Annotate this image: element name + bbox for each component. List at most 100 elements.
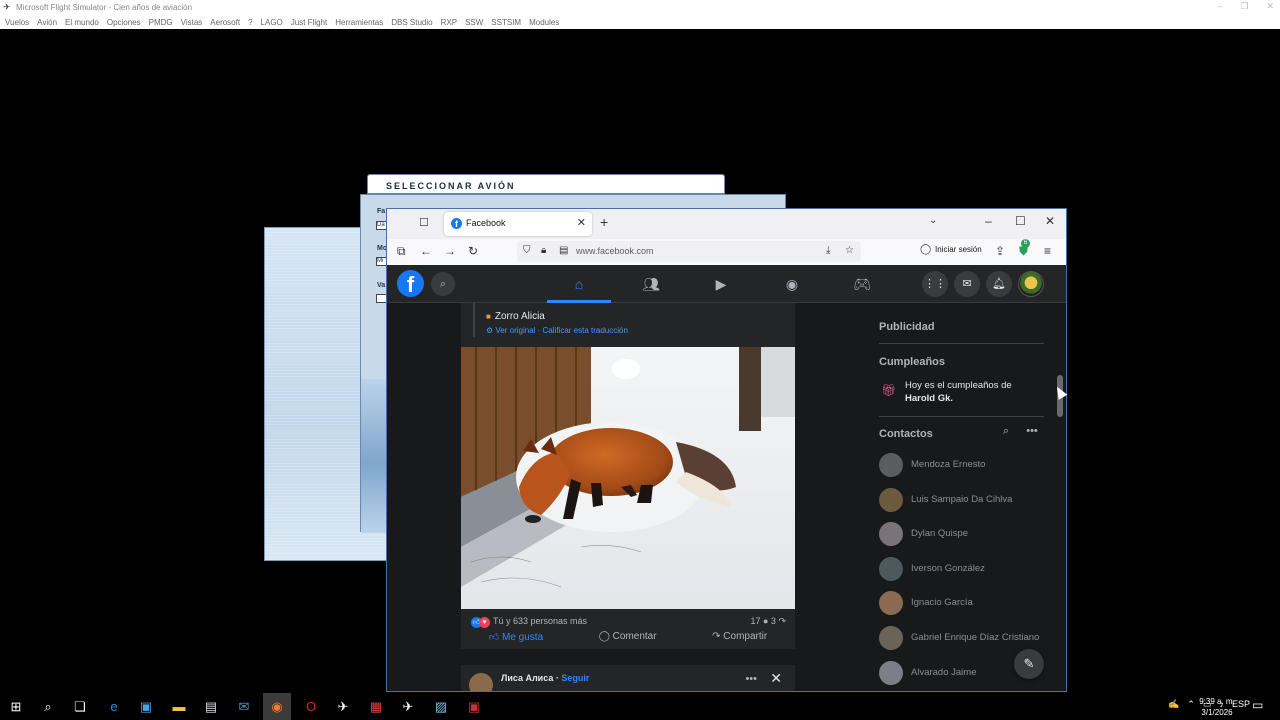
lock-icon[interactable]: 🔒︎ <box>541 245 546 256</box>
comment-button[interactable]: ◯ Comentar <box>599 631 657 649</box>
tab-list-icon[interactable]: ☐ <box>419 216 429 229</box>
reactions-summary[interactable]: 👍︎ ♥ Tú y 633 personas más <box>471 616 587 628</box>
menu-item-pmdg[interactable]: PMDG <box>149 18 173 27</box>
menu-item-rxp[interactable]: RXP <box>441 18 457 27</box>
contact-item[interactable]: Gabriel Enrique Díaz Cristiano <box>879 626 1055 650</box>
menu-item-help[interactable]: ? <box>248 18 252 27</box>
menu-item-opciones[interactable]: Opciones <box>107 18 141 27</box>
follow-link[interactable]: Seguir <box>561 673 589 683</box>
comments-count[interactable]: 17 <box>750 616 760 626</box>
field-label: Va <box>377 282 386 289</box>
translation-links-text[interactable]: Ver original · Calificar esta traducción <box>495 326 628 335</box>
contact-item[interactable]: Dylan Quispe <box>879 522 1055 546</box>
menu-item-aerosoft[interactable]: Aerosoft <box>210 18 240 27</box>
save-page-icon[interactable]: ⤓ <box>826 245 830 256</box>
tab-facebook[interactable]: f Facebook ✕ <box>444 212 592 236</box>
new-tab-button[interactable]: + <box>600 214 608 230</box>
avatar[interactable] <box>469 673 493 691</box>
notifications-icon[interactable]: 🔔︎ <box>986 271 1012 297</box>
search-icon[interactable]: ⌕ <box>39 698 57 716</box>
translation-links[interactable]: ⚙ Ver original · Calificar esta traducci… <box>486 326 628 335</box>
edge-icon[interactable]: e <box>105 698 123 716</box>
firefox-icon[interactable]: ◉ <box>263 693 291 720</box>
flight-sim-icon[interactable]: ✈ <box>334 698 352 716</box>
friends-icon[interactable]: 👥︎ <box>637 274 665 294</box>
forward-icon[interactable]: → <box>444 244 456 258</box>
sidebar-icon[interactable]: ⧉ <box>397 244 406 259</box>
new-message-icon[interactable]: ✎ <box>1014 649 1044 679</box>
menu-item-modules[interactable]: Modules <box>529 18 559 27</box>
back-icon[interactable]: ← <box>420 244 432 258</box>
pen-icon[interactable]: ✍ <box>1168 699 1179 710</box>
file-explorer-icon[interactable]: ▬ <box>170 698 188 716</box>
menu-item-el-mundo[interactable]: El mundo <box>65 18 99 27</box>
close-icon[interactable]: ✕ <box>770 670 782 687</box>
menu-item-sstsim[interactable]: SSTSIM <box>491 18 521 27</box>
app-icon[interactable]: ▣ <box>137 698 155 716</box>
app-icon[interactable]: ▣ <box>465 698 483 716</box>
chevron-down-icon[interactable]: ⌄ <box>929 215 937 226</box>
shield-icon[interactable]: ⛉ <box>523 245 531 256</box>
contact-item[interactable]: Ignacio García <box>879 591 1055 615</box>
birthday-name[interactable]: Harold Gk. <box>905 393 953 404</box>
like-button[interactable]: 👍︎ Me gusta <box>489 631 543 649</box>
search-contacts-icon[interactable]: ⌕ <box>1003 425 1009 437</box>
close-window-button[interactable]: ✕ <box>1045 214 1055 228</box>
page-scrollbar[interactable] <box>1056 305 1064 689</box>
menu-item-herramientas[interactable]: Herramientas <box>335 18 383 27</box>
facebook-logo[interactable]: f <box>397 270 424 297</box>
birthday-notice[interactable]: Hoy es el cumpleaños de Harold Gk. <box>905 379 1035 405</box>
minimize-icon[interactable]: – <box>1217 1 1222 12</box>
post-photo-fox-in-snow[interactable] <box>461 347 795 609</box>
minimize-button[interactable]: – <box>985 214 992 228</box>
account-icon[interactable]: ◯ <box>920 244 931 255</box>
more-options-icon[interactable]: ••• <box>1026 425 1038 437</box>
chevron-up-icon[interactable]: ⌃ <box>1187 699 1195 710</box>
close-icon[interactable]: ✕ <box>1266 1 1274 12</box>
windows-start-icon[interactable]: ⊞ <box>7 698 25 716</box>
author-name[interactable]: Лиса Алиса <box>501 673 553 683</box>
plane-icon[interactable]: ✈ <box>399 698 417 716</box>
search-icon[interactable]: ⌕ <box>431 272 455 296</box>
contact-item[interactable]: Mendoza Ernesto <box>879 453 1055 477</box>
app-icon[interactable]: ▦ <box>367 698 385 716</box>
contact-item[interactable]: Luis Sampaio Da Cihlva <box>879 488 1055 512</box>
contact-item[interactable]: Iverson González <box>879 557 1055 581</box>
home-icon[interactable]: ⌂ <box>565 274 593 294</box>
menu-item-vistas[interactable]: Vistas <box>181 18 203 27</box>
mail-icon[interactable]: ✉ <box>235 698 253 716</box>
menu-item-lago[interactable]: LAGO <box>261 18 283 27</box>
profile-avatar[interactable] <box>1018 271 1044 297</box>
share-icon[interactable]: ⇪ <box>995 244 1005 258</box>
menu-icon[interactable]: ≡ <box>1044 244 1051 258</box>
url-text[interactable]: www.facebook.com <box>576 246 654 256</box>
bookmark-star-icon[interactable]: ☆ <box>845 245 854 256</box>
gaming-icon[interactable]: 🎮︎ <box>848 274 876 294</box>
close-tab-icon[interactable]: ✕ <box>577 216 586 229</box>
maximize-button[interactable]: ☐ <box>1015 214 1026 228</box>
task-view-icon[interactable]: ❏ <box>71 698 89 716</box>
sign-in-button[interactable]: Iniciar sesión <box>935 245 982 254</box>
permissions-icon[interactable]: ▤ <box>559 245 568 256</box>
opera-icon[interactable]: O <box>302 698 320 716</box>
menu-grid-icon[interactable]: ⋮⋮ <box>922 271 948 297</box>
groups-icon[interactable]: ◉ <box>778 274 806 294</box>
reactions-text[interactable]: Tú y 633 personas más <box>493 616 587 626</box>
menu-item-vuelos[interactable]: Vuelos <box>5 18 29 27</box>
url-bar[interactable]: ⛉ 🔒︎ ▤ www.facebook.com ⤓ ☆ <box>517 241 861 262</box>
shares-count[interactable]: 3 <box>771 616 776 626</box>
reload-icon[interactable]: ↻ <box>468 244 478 258</box>
clock[interactable]: 9:39 a. m. 3/1/2026 <box>1198 696 1236 718</box>
share-button[interactable]: ↷ Compartir <box>712 631 767 649</box>
messenger-icon[interactable]: ✉ <box>954 271 980 297</box>
more-options-icon[interactable]: ••• <box>745 673 757 685</box>
menu-item-just-flight[interactable]: Just Flight <box>291 18 327 27</box>
menu-item-dbs-studio[interactable]: DBS Studio <box>391 18 432 27</box>
menu-item-ssw[interactable]: SSW <box>465 18 483 27</box>
watch-icon[interactable]: ▶ <box>707 274 735 294</box>
app-icon[interactable]: ▨ <box>432 698 450 716</box>
store-icon[interactable]: ▤ <box>202 698 220 716</box>
restore-icon[interactable]: ❐ <box>1240 1 1248 12</box>
menu-item-avion[interactable]: Avión <box>37 18 57 27</box>
notifications-icon[interactable]: ▭ <box>1252 698 1263 712</box>
